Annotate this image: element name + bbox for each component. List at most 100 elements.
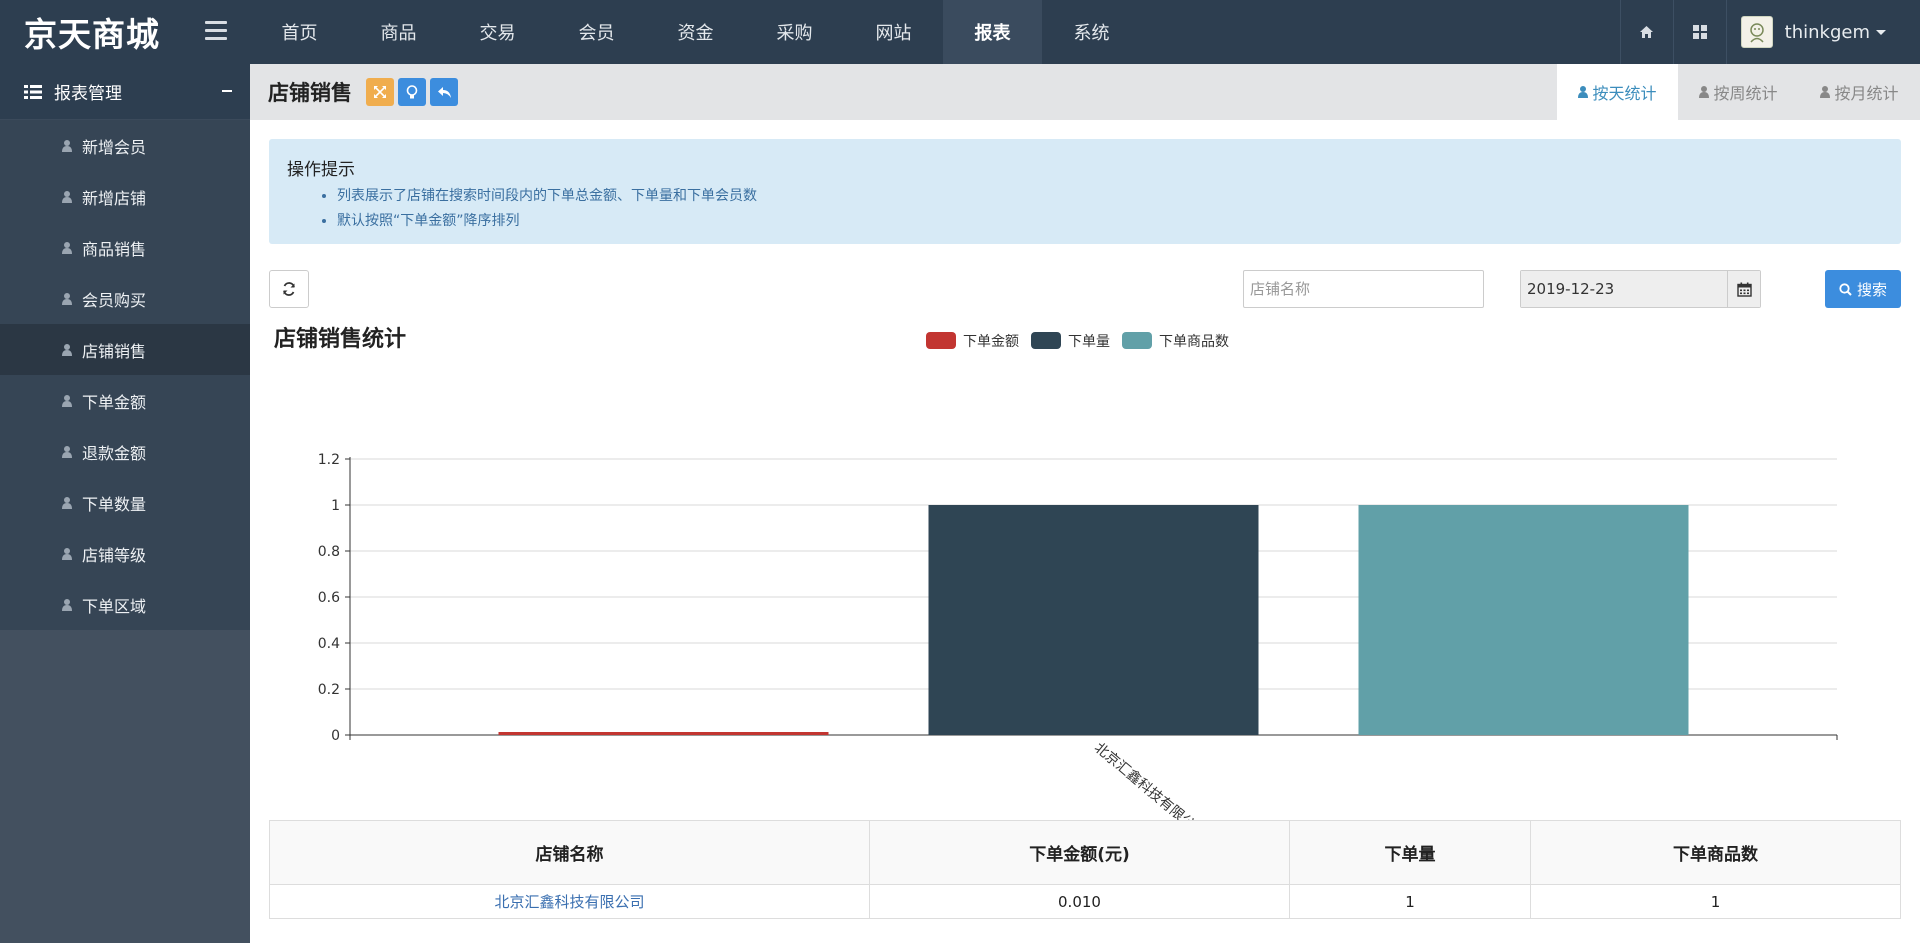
sidebar-item-refund-amount[interactable]: 退款金额 [0, 426, 250, 477]
sidebar-section-header[interactable]: 报表管理 [0, 64, 250, 120]
collapse-icon[interactable] [222, 90, 232, 92]
sidebar: 报表管理 新增会员 新增店铺 商品销售 会员购买 店铺销售 下单金额 退款金额 … [0, 64, 250, 943]
user-icon [62, 496, 72, 509]
user-icon [1820, 86, 1831, 98]
sidebar-item-store-level[interactable]: 店铺等级 [0, 528, 250, 579]
main-content: 店铺销售 按天统计 按周统计 按月统计 操作提示 列表展示了店铺在搜索时间段内的… [250, 64, 1920, 943]
sidebar-item-label: 新增店铺 [82, 188, 147, 208]
user-icon [62, 598, 72, 611]
stat-tabs: 按天统计 按周统计 按月统计 [1557, 64, 1920, 120]
user-icon [62, 139, 72, 152]
nav-report[interactable]: 报表 [943, 0, 1042, 64]
nav-goods[interactable]: 商品 [349, 0, 448, 64]
user-icon [62, 343, 72, 356]
tips-list: 列表展示了店铺在搜索时间段内的下单总金额、下单量和下单会员数 默认按照“下单金额… [287, 184, 1883, 234]
chart-svg: 店铺销售统计 下单金额 下单量 下单商品数00.20.40.60.811.2北京汇鑫科… [274, 326, 1838, 842]
legend-swatch-2 [1122, 332, 1152, 349]
operation-tips: 操作提示 列表展示了店铺在搜索时间段内的下单总金额、下单量和下单会员数 默认按照… [269, 139, 1901, 244]
refresh-button[interactable] [269, 270, 309, 308]
page-title: 店铺销售 [268, 81, 352, 105]
page-header: 店铺销售 按天统计 按周统计 按月统计 [250, 64, 1920, 120]
expand-icon [374, 86, 386, 98]
sidebar-item-order-count[interactable]: 下单数量 [0, 477, 250, 528]
col-goods-count[interactable]: 下单商品数 [1530, 820, 1901, 885]
home-icon[interactable] [1619, 0, 1673, 64]
chart-title: 店铺销售统计 [274, 326, 406, 352]
sidebar-section-title: 报表管理 [54, 84, 122, 104]
menu-toggle-icon[interactable] [205, 21, 227, 43]
sidebar-item-label: 店铺等级 [82, 545, 147, 565]
user-menu[interactable]: thinkgem [1725, 0, 1920, 64]
y-tick-label-4: 0.8 [318, 544, 340, 560]
nav-fund[interactable]: 资金 [646, 0, 745, 64]
back-button[interactable] [430, 78, 458, 106]
reply-icon [437, 86, 451, 98]
user-icon [62, 445, 72, 458]
sidebar-item-new-members[interactable]: 新增会员 [0, 120, 250, 171]
y-tick-label-6: 1.2 [318, 452, 340, 468]
table-header-row: 店铺名称 下单金额(元) 下单量 下单商品数 [269, 820, 1901, 885]
sidebar-item-label: 下单金额 [82, 392, 147, 412]
sidebar-item-new-stores[interactable]: 新增店铺 [0, 171, 250, 222]
nav-member[interactable]: 会员 [547, 0, 646, 64]
user-icon [1699, 86, 1710, 98]
goods-count-cell: 1 [1530, 884, 1901, 919]
tab-monthly[interactable]: 按月统计 [1799, 64, 1920, 120]
col-store-name[interactable]: 店铺名称 [269, 820, 870, 885]
user-name: thinkgem [1784, 21, 1870, 43]
sidebar-item-label: 退款金额 [82, 443, 147, 463]
tab-weekly[interactable]: 按周统计 [1678, 64, 1799, 120]
sidebar-item-label: 商品销售 [82, 239, 147, 259]
col-order-amount[interactable]: 下单金额(元) [869, 820, 1290, 885]
y-tick-label-5: 1 [331, 498, 340, 514]
legend-label-0: 下单金额 [963, 334, 1019, 350]
legend-swatch-1 [1031, 332, 1061, 349]
user-icon [62, 292, 72, 305]
sidebar-item-member-purchase[interactable]: 会员购买 [0, 273, 250, 324]
refresh-icon [283, 282, 295, 296]
sidebar-item-order-amount[interactable]: 下单金额 [0, 375, 250, 426]
nav-system[interactable]: 系统 [1042, 0, 1141, 64]
user-icon [62, 190, 72, 203]
y-tick-label-2: 0.4 [318, 636, 340, 652]
date-input[interactable] [1521, 271, 1727, 307]
bar-2 [1358, 505, 1689, 735]
sidebar-item-label: 店铺销售 [82, 341, 147, 361]
legend-label-2: 下单商品数 [1159, 334, 1229, 350]
order-amount-cell: 0.010 [869, 884, 1290, 919]
top-bar: 京天商城 首页 商品 交易 会员 资金 采购 网站 报表 系统 thinkgem [0, 0, 1920, 64]
col-order-count[interactable]: 下单量 [1289, 820, 1531, 885]
nav-purchase[interactable]: 采购 [745, 0, 844, 64]
nav-website[interactable]: 网站 [844, 0, 943, 64]
grid-icon[interactable] [1672, 0, 1726, 64]
legend-label-1: 下单量 [1068, 334, 1110, 350]
list-icon [24, 84, 42, 99]
lightbulb-icon [406, 84, 418, 98]
store-name-input[interactable] [1243, 270, 1484, 308]
search-icon [1839, 282, 1852, 296]
brand-logo[interactable]: 京天商城 [0, 0, 204, 64]
bar-0 [498, 732, 829, 735]
search-button-label: 搜索 [1856, 281, 1887, 299]
search-button[interactable]: 搜索 [1825, 270, 1901, 308]
tab-label: 按月统计 [1834, 84, 1899, 103]
user-icon [62, 241, 72, 254]
sales-table: 店铺名称 下单金额(元) 下单量 下单商品数 北京汇鑫科技有限公司 0.010 … [269, 820, 1901, 919]
sidebar-item-store-sales[interactable]: 店铺销售 [0, 324, 250, 375]
tips-button[interactable] [398, 78, 426, 106]
nav-trade[interactable]: 交易 [448, 0, 547, 64]
sidebar-item-label: 新增会员 [82, 137, 147, 157]
sidebar-item-goods-sales[interactable]: 商品销售 [0, 222, 250, 273]
order-count-cell: 1 [1289, 884, 1531, 919]
chevron-down-icon [1876, 29, 1886, 35]
sidebar-item-order-region[interactable]: 下单区域 [0, 579, 250, 630]
nav-home[interactable]: 首页 [250, 0, 349, 64]
store-name-link[interactable]: 北京汇鑫科技有限公司 [269, 884, 870, 919]
calendar-button[interactable] [1727, 271, 1760, 307]
user-icon [62, 547, 72, 560]
fullscreen-button[interactable] [366, 78, 394, 106]
tips-title: 操作提示 [287, 160, 355, 180]
sales-chart: 店铺销售统计 下单金额 下单量 下单商品数 0 0.2 0.4 0.6 0.8 1 1.2 北京汇鑫科… [250, 316, 1920, 876]
tab-daily[interactable]: 按天统计 [1557, 64, 1678, 120]
tip-item: 列表展示了店铺在搜索时间段内的下单总金额、下单量和下单会员数 [337, 184, 1883, 209]
